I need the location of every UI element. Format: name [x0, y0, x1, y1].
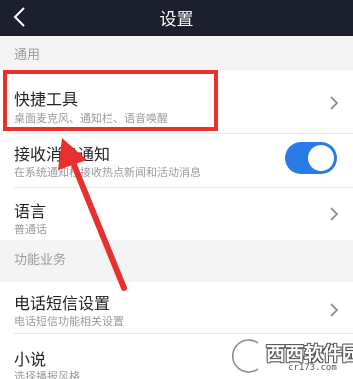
section-header-general: 通用 — [0, 36, 353, 70]
item-title: 语言 — [14, 202, 47, 221]
section-header-business: 功能业务 — [0, 240, 353, 282]
item-title: 电话短信设置 — [14, 294, 111, 313]
chevron-right-icon — [330, 207, 339, 221]
annotation-highlight-box — [3, 70, 218, 131]
chevron-right-icon — [330, 303, 339, 317]
watermark-logo-icon — [229, 337, 260, 375]
settings-item-language[interactable]: 语言 普通话 — [0, 188, 353, 240]
item-title: 接收消息通知 — [14, 145, 111, 164]
page-title: 设置 — [159, 10, 194, 30]
item-title: 小说 — [14, 350, 47, 369]
watermark-text: 西西软件园 — [266, 343, 353, 365]
notification-toggle[interactable] — [285, 142, 337, 174]
watermark: 西西软件园 cr173.com — [228, 331, 353, 379]
chevron-right-icon — [330, 96, 339, 110]
item-subtitle: 在系统通知栏接收热点新闻和活动消息 — [14, 166, 201, 179]
watermark-url: cr173.com — [288, 363, 337, 373]
settings-item-receive-notifications: 接收消息通知 在系统通知栏接收热点新闻和活动消息 — [0, 134, 353, 188]
item-subtitle: 选择播报风格 — [14, 370, 80, 379]
item-subtitle: 普通话 — [14, 223, 47, 236]
toggle-knob — [308, 145, 334, 171]
settings-item-phone-sms[interactable]: 电话短信设置 电话短信功能相关设置 — [0, 282, 353, 334]
top-bar: 设置 — [0, 0, 353, 36]
item-subtitle: 电话短信功能相关设置 — [14, 315, 124, 328]
